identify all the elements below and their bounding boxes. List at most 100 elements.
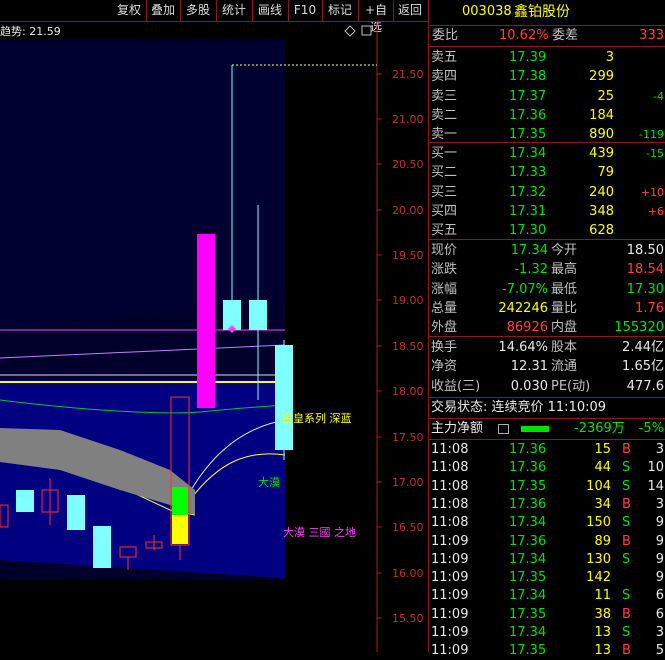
tick-row: 11:09 17.35 142 9: [429, 569, 665, 587]
level-volume: 79: [597, 165, 614, 181]
chart-toolbar: 复权 叠加 多股 统计 画线 F10 标记 +自选 返回: [0, 0, 428, 34]
level-change: -15: [646, 147, 664, 160]
tick-volume: 104: [586, 478, 611, 494]
candle-cyan: [67, 495, 85, 530]
level-label: 买二: [431, 165, 458, 181]
candlestick-chart[interactable]: 21.50 21.00 20.50 20.00 19.50 19.00 18.50 18.00…: [0, 22, 428, 652]
tick-volume: 13: [594, 625, 611, 640]
tick-price: 17.36: [509, 533, 547, 549]
f10-button[interactable]: F10: [289, 2, 321, 19]
tick-price: 17.35: [509, 643, 547, 659]
draw-line-button[interactable]: 画线: [253, 2, 287, 19]
divider: [429, 142, 665, 143]
field-value: 18.50: [626, 243, 664, 258]
level-price: 17.36: [509, 107, 547, 123]
bid-row[interactable]: 买三 17.32 240 +10: [429, 184, 665, 202]
quote-row: 现价 17.34 今开 18.50: [429, 242, 665, 260]
divider: [429, 418, 665, 419]
field-label: 净资: [431, 359, 458, 375]
field-label: 股本: [551, 340, 578, 355]
upper-channel-fill: [0, 40, 285, 330]
tick-volume: 34: [594, 496, 611, 512]
tick-price: 17.34: [509, 515, 547, 531]
tick-row: 11:09 17.35 13 B 5: [429, 642, 665, 660]
tick-side: B: [622, 442, 631, 457]
annotation-bottom: 大漠 三國 之地: [283, 526, 356, 539]
tick-time: 11:09: [431, 533, 469, 549]
main-flow-label: 主力净额: [431, 421, 484, 436]
tick-side: S: [622, 588, 631, 604]
tick-count: 5: [655, 643, 664, 659]
level-volume: 3: [605, 50, 614, 65]
level-volume: 348: [589, 203, 614, 219]
stats-row: 换手 14.64% 股本 2.44亿: [429, 339, 665, 357]
bid-row[interactable]: 买四 17.31 348 +6: [429, 203, 665, 221]
flow-bar: [521, 426, 549, 432]
mark-button[interactable]: 标记: [323, 2, 357, 19]
main-flow-pct: -5%: [638, 421, 664, 436]
level-label: 买一: [431, 146, 458, 161]
price-tick-label: 16.50: [392, 521, 424, 534]
level-price: 17.30: [509, 223, 547, 239]
overlay-button[interactable]: 叠加: [147, 2, 179, 19]
field-value: 477.6: [626, 378, 664, 394]
tick-time: 11:09: [431, 551, 469, 567]
field-value: 17.34: [510, 243, 548, 258]
level-change: -4: [653, 89, 664, 103]
price-tick-label: 17.00: [392, 476, 424, 489]
tick-price: 17.36: [509, 460, 547, 476]
multi-stock-button[interactable]: 多股: [181, 2, 215, 19]
candle-magenta: [197, 234, 215, 408]
field-label: 收益(三): [431, 378, 481, 394]
bid-row[interactable]: 买一 17.34 439 -15: [429, 145, 665, 163]
tick-side: B: [622, 606, 631, 622]
candle-cyan: [249, 300, 267, 330]
price-tick-label: 18.00: [392, 385, 424, 398]
fuquan-button[interactable]: 复权: [113, 2, 145, 19]
field-value: 17.30: [626, 281, 664, 297]
tick-side: S: [622, 551, 631, 567]
field-label: 换手: [431, 340, 458, 355]
price-tick-label: 20.50: [392, 158, 424, 171]
tick-price: 17.35: [509, 570, 547, 586]
level-volume: 240: [589, 184, 614, 200]
stats-row: 净资 12.31 流通 1.65亿: [429, 358, 665, 376]
ask-row[interactable]: 卖二 17.36 184: [429, 107, 665, 125]
tick-volume: 44: [594, 460, 611, 476]
divider: [429, 397, 665, 398]
add-watchlist-button[interactable]: +自选: [359, 2, 393, 34]
order-diff-value: 333: [639, 28, 664, 43]
main-flow-value: -2369万: [574, 421, 625, 436]
tick-price: 17.35: [509, 606, 547, 622]
ask-row[interactable]: 卖三 17.37 25 -4: [429, 88, 665, 106]
back-button[interactable]: 返回: [394, 2, 426, 19]
tick-row: 11:09 17.34 11 S 6: [429, 587, 665, 605]
field-value: -1.32: [514, 262, 548, 278]
field-value: 86926: [506, 320, 548, 336]
tick-time: 11:08: [431, 515, 469, 531]
list-icon[interactable]: [498, 424, 509, 434]
level-volume: 628: [589, 223, 614, 239]
ask-row[interactable]: 卖四 17.38 299: [429, 68, 665, 86]
tick-row: 11:08 17.35 104 S 14: [429, 478, 665, 496]
field-label: 流通: [551, 359, 578, 375]
tick-count: 3: [655, 625, 664, 640]
tick-price: 17.34: [509, 625, 547, 640]
tick-volume: 11: [594, 588, 611, 604]
bid-row[interactable]: 买五 17.30 628: [429, 222, 665, 240]
tick-row: 11:08 17.36 15 B 3: [429, 441, 665, 459]
level-change: +10: [640, 185, 664, 199]
ask-row[interactable]: 卖五 17.39 3: [429, 49, 665, 67]
quote-row: 涨跌 -1.32 最高 18.54: [429, 261, 665, 279]
tick-count: 14: [647, 478, 664, 494]
tick-row: 11:08 17.36 44 S 10: [429, 459, 665, 477]
bid-row[interactable]: 买二 17.33 79: [429, 164, 665, 182]
price-tick-label: 18.50: [392, 340, 424, 353]
annotation-damo: 大漠: [258, 476, 280, 489]
field-value: 1.65亿: [622, 359, 664, 375]
field-label: 内盘: [551, 320, 578, 336]
field-value: 1.76: [635, 300, 664, 316]
level-price: 17.38: [509, 69, 547, 85]
statistics-button[interactable]: 统计: [217, 2, 251, 19]
tick-count: 3: [655, 496, 664, 512]
